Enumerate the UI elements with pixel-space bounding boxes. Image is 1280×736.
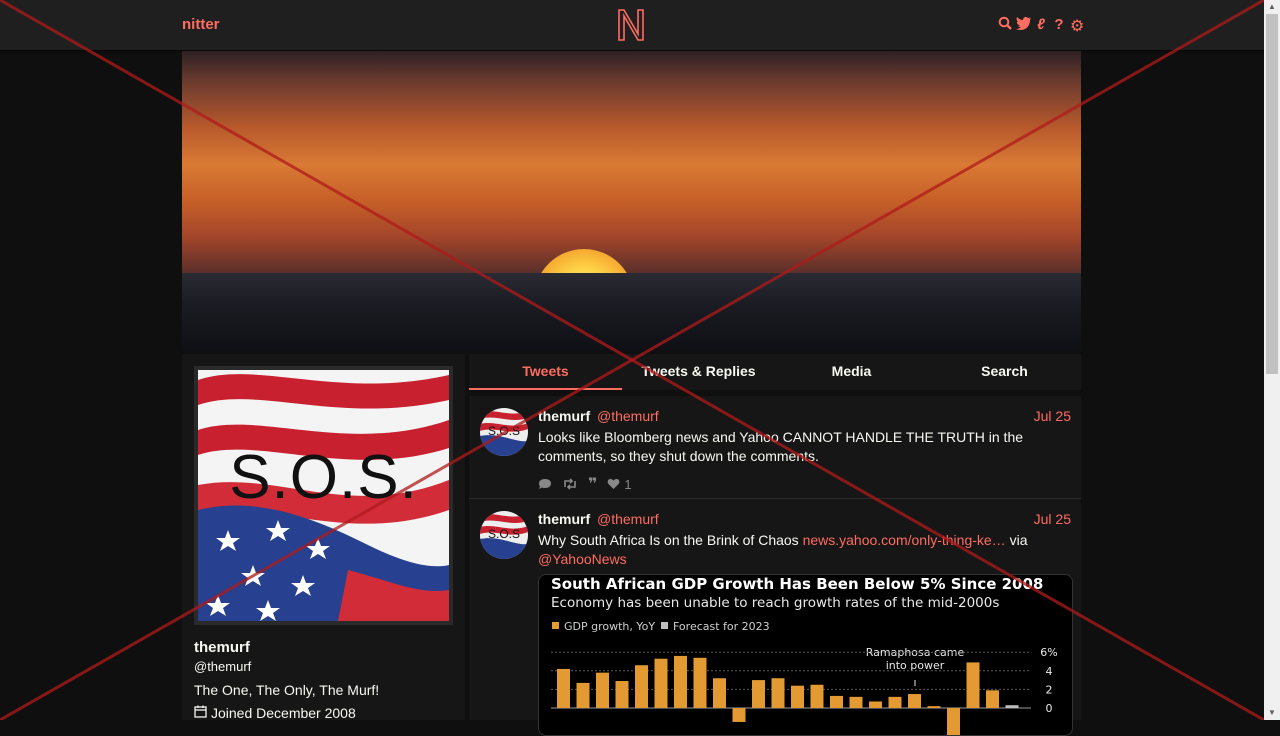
forecast-bar (1005, 705, 1019, 708)
nav-icons: ℓ ? ⚙ (998, 16, 1084, 36)
gdp-bar (966, 662, 980, 708)
legend-swatch-forecast (661, 622, 668, 629)
chart-title: South African GDP Growth Has Been Below … (551, 575, 1043, 593)
horizon-image (182, 273, 1081, 351)
tweet-item[interactable]: S.O.S themurf @themurf Jul 25 Why South … (469, 499, 1081, 736)
gdp-bar (693, 657, 707, 708)
gdp-bar (830, 695, 843, 708)
gdp-bar (810, 684, 824, 708)
gdp-bar (849, 696, 863, 708)
tab-media[interactable]: Media (775, 354, 928, 390)
nitter-logo[interactable] (616, 8, 646, 42)
tweet-link[interactable]: news.yahoo.com/only-thing-ke… (803, 532, 1006, 548)
gdp-bar (927, 706, 941, 708)
y-tick-label: 6% (1040, 646, 1057, 659)
comment-icon[interactable] (538, 478, 552, 490)
gear-icon[interactable]: ⚙ (1070, 16, 1084, 36)
tweet-item[interactable]: S.O.S themurf @themurf Jul 25 Looks like… (469, 396, 1081, 499)
tweet-media-card[interactable]: South African GDP Growth Has Been Below … (538, 574, 1073, 736)
legend-forecast: Forecast for 2023 (673, 620, 770, 633)
gdp-bar (596, 672, 609, 708)
tweet-stats: ❞ 1 (538, 474, 632, 494)
rss-icon[interactable]: ℓ (1034, 16, 1048, 36)
y-tick-label: 4 (1046, 665, 1053, 678)
gdp-bar (674, 655, 687, 708)
timeline-tabs: Tweets Tweets & Replies Media Search (469, 354, 1081, 390)
scrollbar-thumb[interactable] (1266, 14, 1278, 374)
quote-icon[interactable]: ❞ (588, 474, 597, 494)
profile-bio: The One, The Only, The Murf! (194, 682, 380, 698)
scroll-up-arrow[interactable]: ▲ (1264, 0, 1280, 14)
y-tick-label: 0 (1046, 702, 1053, 715)
gdp-bar (888, 696, 902, 708)
tweet-via: via (1005, 532, 1028, 548)
gdp-bar (947, 708, 960, 735)
tweet-username[interactable]: @themurf (597, 511, 659, 527)
tab-tweets[interactable]: Tweets (469, 354, 622, 390)
like-count: 1 (624, 476, 632, 492)
heart-icon (608, 478, 620, 489)
gdp-bar (557, 668, 570, 708)
tab-search[interactable]: Search (928, 354, 1081, 390)
twitter-bird-icon[interactable] (1016, 16, 1031, 36)
retweet-icon[interactable] (562, 478, 578, 490)
help-icon[interactable]: ? (1052, 16, 1066, 36)
tweet-fullname[interactable]: themurf (538, 408, 590, 424)
gdp-chart: South African GDP Growth Has Been Below … (551, 575, 1058, 735)
profile-joined: Joined December 2008 (194, 705, 356, 721)
gdp-bar (791, 685, 804, 708)
tweet-avatar[interactable]: S.O.S (480, 511, 528, 559)
tweet-date[interactable]: Jul 25 (1034, 511, 1071, 527)
svg-text:S.O.S: S.O.S (488, 424, 520, 438)
joined-date: Joined December 2008 (211, 705, 356, 721)
tweet-text-prefix: Why South Africa Is on the Brink of Chao… (538, 532, 803, 548)
gdp-bar (615, 681, 629, 708)
gdp-bar (752, 680, 765, 708)
annotation-line2: into power (886, 659, 945, 672)
like-stat[interactable]: 1 (607, 476, 632, 492)
svg-text:S.O.S: S.O.S (488, 527, 520, 541)
tweet-text: Why South Africa Is on the Brink of Chao… (538, 531, 1038, 569)
tweet-mention[interactable]: @YahooNews (538, 551, 627, 567)
tab-tweets-replies[interactable]: Tweets & Replies (622, 354, 775, 390)
avatar-text: S.O.S. (229, 443, 418, 512)
tweet-avatar[interactable]: S.O.S (480, 408, 528, 456)
y-tick-label: 2 (1046, 683, 1053, 696)
gdp-bar (986, 690, 999, 708)
gdp-bar (654, 658, 668, 708)
gdp-bar (635, 665, 648, 708)
chart-subtitle: Economy has been unable to reach growth … (551, 595, 999, 611)
legend-gdp: GDP growth, YoY (564, 620, 655, 633)
gdp-bar (869, 701, 882, 708)
search-icon[interactable] (998, 16, 1012, 36)
tweet-username[interactable]: @themurf (597, 408, 659, 424)
gdp-bar (713, 678, 726, 708)
profile-username[interactable]: @themurf (194, 659, 251, 674)
profile-card: S.O.S. themurf @themurf The One, The Onl… (182, 354, 465, 721)
profile-avatar[interactable]: S.O.S. (194, 366, 453, 625)
brand-link[interactable]: nitter (182, 16, 220, 33)
legend-swatch-gdp (552, 622, 559, 629)
gdp-bar (771, 678, 785, 708)
gdp-bar (576, 682, 590, 708)
scroll-down-arrow[interactable]: ▼ (1264, 706, 1280, 720)
tweet-date[interactable]: Jul 25 (1034, 408, 1071, 424)
top-navbar: nitter ℓ ? ⚙ (0, 0, 1264, 50)
tweet-text: Looks like Bloomberg news and Yahoo CANN… (538, 429, 1024, 464)
calendar-icon (194, 705, 207, 721)
gdp-bar (908, 694, 921, 708)
tweet-fullname[interactable]: themurf (538, 511, 590, 527)
profile-banner[interactable] (182, 51, 1081, 351)
profile-fullname[interactable]: themurf (194, 639, 250, 656)
